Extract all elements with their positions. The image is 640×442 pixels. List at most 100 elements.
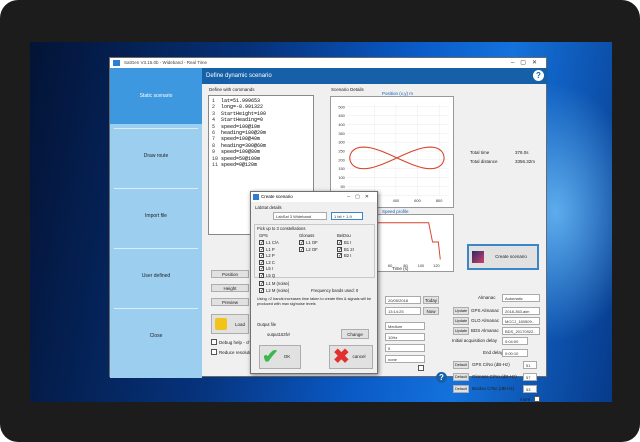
app-icon bbox=[113, 60, 120, 66]
create-icon bbox=[472, 251, 484, 263]
command-text: lat=51.999653 bbox=[221, 98, 261, 104]
default-button[interactable]: Default bbox=[453, 373, 469, 381]
default-button[interactable]: Default bbox=[453, 385, 469, 393]
sidebar-item-draw-route[interactable]: Draw route bbox=[110, 128, 202, 184]
constellation-checkbox[interactable]: ✓ bbox=[299, 240, 304, 246]
default-button[interactable]: Default bbox=[453, 361, 469, 369]
constellation-checkbox[interactable]: ✓ bbox=[337, 253, 342, 259]
commands-label: Define with commands bbox=[209, 87, 255, 92]
update-button[interactable]: Update bbox=[453, 327, 469, 335]
constellation-checkbox[interactable]: ✓ bbox=[259, 287, 264, 293]
command-text: speed=50@100m bbox=[221, 155, 261, 162]
dialog-icon bbox=[253, 194, 259, 200]
labsat-label: LabSat details bbox=[255, 205, 282, 210]
time-field[interactable]: 13:14:25 bbox=[385, 307, 421, 315]
window-controls[interactable]: –▢✕ bbox=[511, 58, 543, 68]
note-text: Using >2 bands increases time taken to c… bbox=[257, 297, 372, 306]
option-checkbox[interactable] bbox=[418, 365, 424, 371]
cancel-button[interactable]: ✖ cancel bbox=[329, 345, 373, 369]
constellation-checkbox[interactable]: ✓ bbox=[337, 240, 342, 246]
constellation-checkbox[interactable]: ✓ bbox=[259, 272, 264, 278]
sidebar-item-user-defined[interactable]: User defined bbox=[110, 248, 202, 304]
route-line bbox=[349, 146, 445, 170]
position-button[interactable]: Position bbox=[211, 270, 249, 278]
cno-field[interactable]: 57 bbox=[523, 373, 537, 381]
cancel-label: cancel bbox=[352, 354, 366, 359]
output-value: output153fv/ bbox=[267, 332, 291, 337]
constellation-checkbox[interactable]: ✓ bbox=[259, 259, 264, 265]
almanac-file-field[interactable]: MCCJ_180509.. bbox=[502, 317, 540, 325]
rate-select[interactable]: 10Hz bbox=[385, 333, 425, 341]
almanac-row-label: BDS Almanac bbox=[471, 328, 499, 333]
command-text: heading=300@60m bbox=[221, 142, 267, 149]
change-button[interactable]: Change bbox=[341, 329, 369, 339]
reduce-label: Reduce resolutio bbox=[219, 350, 253, 355]
command-line: 11 speed=0@120m bbox=[212, 162, 310, 168]
checkbox-label: L1 C/A bbox=[266, 240, 279, 245]
y-tick-label: 500 bbox=[338, 104, 345, 109]
almanac-file-field[interactable]: 2018-363.alm bbox=[502, 307, 540, 315]
sidebar-item-import-file[interactable]: Import file bbox=[110, 188, 202, 244]
title-bar: SatGen V3.15.0b - Wideband - Real Time –… bbox=[110, 58, 546, 68]
total-distance-label: Total distance bbox=[470, 159, 498, 164]
now-button[interactable]: Now bbox=[423, 307, 439, 315]
constellation-checkbox[interactable]: ✓ bbox=[299, 246, 304, 252]
more-label: more bbox=[520, 397, 531, 402]
almanac-label: Almanac bbox=[478, 295, 496, 300]
option-select[interactable]: none bbox=[385, 355, 425, 363]
load-button[interactable]: Load bbox=[211, 314, 249, 334]
constellation-checkbox[interactable]: ✓ bbox=[259, 253, 264, 259]
count-select[interactable]: 5 bbox=[385, 344, 425, 352]
date-field[interactable]: 20/05/2018 bbox=[385, 296, 421, 304]
x-tick-label: 400 bbox=[393, 198, 400, 203]
labsat-select[interactable]: LabSat 3 Wideband bbox=[273, 212, 327, 220]
constellation-checkbox[interactable]: ✓ bbox=[259, 266, 264, 272]
almanac-select[interactable]: Automatic bbox=[502, 294, 540, 302]
glonass-label: Glonass bbox=[299, 233, 315, 238]
constellation-checkbox[interactable]: ✓ bbox=[259, 240, 264, 246]
help-icon[interactable]: ? bbox=[533, 70, 544, 81]
sidebar-item-close[interactable]: Close bbox=[110, 308, 202, 364]
checkbox-label: L1 M (noise) bbox=[266, 281, 290, 286]
dialog-window-controls[interactable]: –▢✕ bbox=[347, 192, 374, 202]
end-delay-field[interactable]: 0:00:10 bbox=[502, 349, 528, 357]
debug-checkbox[interactable] bbox=[211, 339, 217, 345]
update-button[interactable]: Update bbox=[453, 307, 469, 315]
load-label: Load bbox=[234, 322, 245, 327]
help-icon[interactable]: ? bbox=[436, 372, 447, 383]
reduce-checkbox[interactable] bbox=[211, 349, 217, 355]
bits-select[interactable]: 1 bit + 1.9 bbox=[331, 212, 363, 220]
tablet-frame: SatGen V3.15.0b - Wideband - Real Time –… bbox=[0, 0, 640, 442]
checkbox-label: B1 2I bbox=[344, 246, 354, 252]
create-scenario-button[interactable]: Create scenario bbox=[467, 244, 539, 270]
checkbox-label: B1 I bbox=[344, 240, 352, 245]
sidebar-item-static-scenario[interactable]: Static scenario bbox=[110, 68, 202, 124]
constellation-checkbox[interactable]: ✓ bbox=[259, 246, 264, 252]
cno-field[interactable]: 51 bbox=[523, 361, 537, 369]
checkbox-label: L5 Q bbox=[266, 272, 276, 278]
details-label: Scenario Details bbox=[331, 87, 364, 92]
cross-icon: ✖ bbox=[333, 346, 350, 368]
preview-button[interactable]: Preview bbox=[211, 298, 249, 306]
sidebar: Static scenario Draw route Import file U… bbox=[110, 68, 202, 378]
today-button[interactable]: Today bbox=[423, 296, 439, 304]
cno-field[interactable]: 53 bbox=[523, 385, 537, 393]
ok-button[interactable]: ✔ OK bbox=[259, 345, 301, 369]
checkbox-label: L2 OF bbox=[306, 246, 318, 252]
update-button[interactable]: Update bbox=[453, 317, 469, 325]
command-text: long=-0.991322 bbox=[221, 104, 264, 111]
checkbox-label: L2 P bbox=[266, 253, 275, 258]
y-tick-label: 150 bbox=[338, 166, 345, 171]
folder-icon bbox=[215, 318, 227, 330]
constellation-checkbox[interactable]: ✓ bbox=[337, 246, 342, 252]
almanac-file-field[interactable]: BDS_20170922.. bbox=[502, 327, 540, 335]
constellation-checkbox[interactable]: ✓ bbox=[259, 281, 264, 287]
quality-select[interactable]: Medium bbox=[385, 322, 425, 330]
x-tick-label: 120 bbox=[433, 264, 439, 268]
height-button[interactable]: Height bbox=[211, 284, 249, 292]
more-checkbox[interactable] bbox=[534, 396, 540, 402]
acq-delay-field[interactable]: 0:04:00 bbox=[502, 337, 528, 345]
x-tick-label: 100 bbox=[418, 264, 424, 268]
end-delay-label: End delay bbox=[483, 350, 504, 355]
total-time-value: 378.0s bbox=[515, 150, 529, 155]
